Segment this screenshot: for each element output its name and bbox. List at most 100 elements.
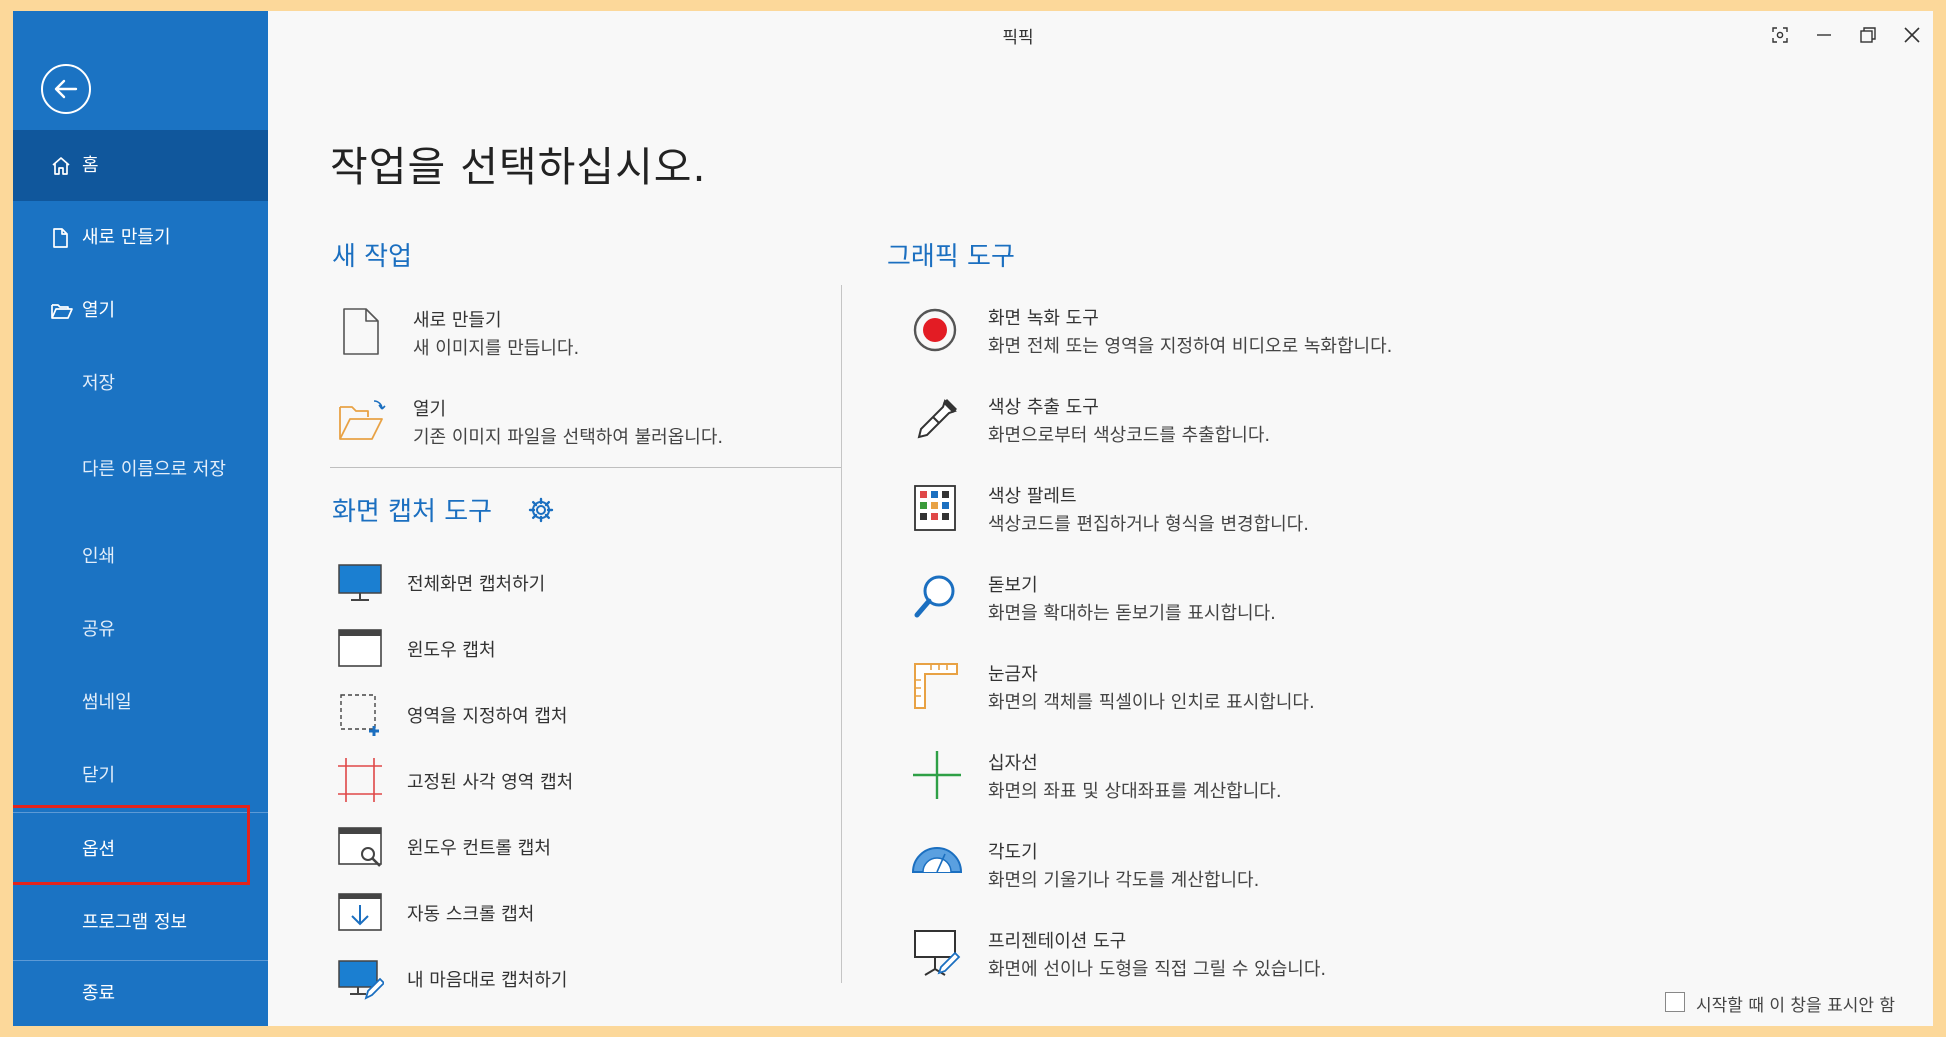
item-title: 색상 팔레트 <box>988 486 1077 507</box>
palette-grid-icon <box>914 485 956 531</box>
capture-window-item[interactable]: 윈도우 캡처 <box>336 624 736 672</box>
document-icon <box>53 227 68 248</box>
item-title: 프리젠테이션 도구 <box>988 931 1127 952</box>
item-title: 각도기 <box>988 842 1038 863</box>
folder-open-icon <box>339 400 386 440</box>
item-title: 전체화면 캡처하기 <box>407 574 546 595</box>
sidebar-item-label: 열기 <box>82 299 116 321</box>
section-title-graphic: 그래픽 도구 <box>887 242 1015 272</box>
capture-freehand-item[interactable]: 내 마음대로 캡처하기 <box>336 954 736 1002</box>
page-title: 작업을 선택하십시오. <box>330 143 707 191</box>
sidebar-item-exit[interactable]: 종료 <box>13 961 268 1026</box>
main-content: 작업을 선택하십시오. 새 작업 새로 만들기 새 이미지를 만듭니다. 열기 … <box>268 11 1933 1026</box>
startup-checkbox[interactable] <box>1665 992 1685 1012</box>
eyedropper-icon <box>917 399 957 439</box>
open-file-item[interactable]: 열기 기존 이미지 파일을 선택하여 불러옵니다. <box>336 395 816 455</box>
column-divider <box>841 285 842 983</box>
sidebar-item-new[interactable]: 새로 만들기 <box>13 201 268 274</box>
item-title: 윈도우 컨트롤 캡처 <box>407 838 551 859</box>
startup-label[interactable]: 시작할 때 이 창을 표시안 함 <box>1696 991 1895 1016</box>
sidebar: 홈 새로 만들기 열기 저장 다른 이름으로 저장 인쇄 공유 썸네일 닫기 옵… <box>13 11 268 1026</box>
fixed-region-icon <box>338 758 382 802</box>
magnifier-icon <box>914 575 955 618</box>
item-title: 고정된 사각 영역 캡처 <box>407 772 574 793</box>
ruler-icon <box>914 663 958 709</box>
folder-open-icon <box>51 303 73 319</box>
presentation-board-icon <box>914 930 961 976</box>
arrow-left-icon <box>54 79 78 99</box>
region-select-icon <box>340 694 379 736</box>
sidebar-item-label: 종료 <box>82 982 116 1004</box>
item-title: 색상 추출 도구 <box>988 397 1099 418</box>
sidebar-item-label: 썸네일 <box>82 691 132 713</box>
window-icon <box>338 629 382 667</box>
item-title: 눈금자 <box>988 664 1038 685</box>
item-desc: 화면에 선이나 도형을 직접 그릴 수 있습니다. <box>988 959 1327 980</box>
section-title-capture: 화면 캡처 도구 <box>332 497 493 527</box>
capture-fullscreen-item[interactable]: 전체화면 캡처하기 <box>336 558 736 606</box>
item-title: 십자선 <box>988 753 1038 774</box>
home-icon <box>52 156 70 175</box>
color-picker-item[interactable]: 색상 추출 도구 화면으로부터 색상코드를 추출합니다. <box>911 393 1531 453</box>
magnifier-item[interactable]: 돋보기 화면을 확대하는 돋보기를 표시합니다. <box>911 571 1531 631</box>
item-title: 영역을 지정하여 캡처 <box>407 706 568 727</box>
back-button[interactable] <box>41 64 91 114</box>
ruler-item[interactable]: 눈금자 화면의 객체를 픽셀이나 인치로 표시합니다. <box>911 660 1531 720</box>
item-desc: 화면 전체 또는 영역을 지정하여 비디오로 녹화합니다. <box>988 336 1393 357</box>
sidebar-item-label: 다른 이름으로 저장 <box>82 459 226 480</box>
scroll-down-icon <box>338 893 382 931</box>
sidebar-item-close[interactable]: 닫기 <box>13 739 268 812</box>
item-title: 돋보기 <box>988 575 1038 596</box>
monitor-pen-icon <box>338 960 384 1000</box>
sidebar-item-save-as[interactable]: 다른 이름으로 저장 <box>13 420 268 520</box>
item-desc: 화면의 기울기나 각도를 계산합니다. <box>988 870 1260 891</box>
sidebar-item-label: 프로그램 정보 <box>82 911 188 933</box>
item-title: 열기 <box>413 399 447 420</box>
color-palette-item[interactable]: 색상 팔레트 색상코드를 편집하거나 형식을 변경합니다. <box>911 482 1531 542</box>
sidebar-item-open[interactable]: 열기 <box>13 274 268 347</box>
sidebar-item-thumbnail[interactable]: 썸네일 <box>13 666 268 739</box>
sidebar-item-share[interactable]: 공유 <box>13 593 268 666</box>
item-desc: 화면을 확대하는 돋보기를 표시합니다. <box>988 603 1276 624</box>
protractor-icon <box>911 847 963 873</box>
highlight-box <box>13 805 250 885</box>
item-desc: 화면으로부터 색상코드를 추출합니다. <box>988 425 1271 446</box>
sidebar-item-label: 공유 <box>82 618 116 640</box>
sidebar-item-label: 인쇄 <box>82 545 116 567</box>
new-image-item[interactable]: 새로 만들기 새 이미지를 만듭니다. <box>336 306 816 366</box>
sidebar-item-save[interactable]: 저장 <box>13 347 268 420</box>
capture-scroll-item[interactable]: 자동 스크롤 캡처 <box>336 888 736 936</box>
capture-region-item[interactable]: 영역을 지정하여 캡처 <box>336 690 736 738</box>
monitor-icon <box>338 564 382 601</box>
item-desc: 기존 이미지 파일을 선택하여 불러옵니다. <box>413 427 724 448</box>
presentation-item[interactable]: 프리젠테이션 도구 화면에 선이나 도형을 직접 그릴 수 있습니다. <box>911 927 1531 987</box>
item-desc: 새 이미지를 만듭니다. <box>413 338 580 359</box>
item-desc: 화면의 좌표 및 상대좌표를 계산합니다. <box>988 781 1282 802</box>
gear-icon[interactable] <box>528 497 554 523</box>
item-desc: 색상코드를 편집하거나 형식을 변경합니다. <box>988 514 1309 535</box>
sidebar-item-label: 저장 <box>82 372 116 394</box>
sidebar-item-home[interactable]: 홈 <box>13 130 268 201</box>
sidebar-item-label: 새로 만들기 <box>82 226 171 248</box>
item-title: 새로 만들기 <box>413 310 502 331</box>
document-icon <box>343 308 379 355</box>
item-title: 윈도우 캡처 <box>407 640 496 661</box>
crosshair-icon <box>913 751 961 799</box>
sidebar-item-about[interactable]: 프로그램 정보 <box>13 886 268 959</box>
sidebar-item-print[interactable]: 인쇄 <box>13 520 268 593</box>
record-icon <box>913 308 957 352</box>
item-title: 화면 녹화 도구 <box>988 308 1099 329</box>
item-title: 내 마음대로 캡처하기 <box>407 970 568 991</box>
item-title: 자동 스크롤 캡처 <box>407 904 535 925</box>
sidebar-item-label: 홈 <box>82 154 99 176</box>
capture-control-item[interactable]: 윈도우 컨트롤 캡처 <box>336 822 736 870</box>
app-window: 홈 새로 만들기 열기 저장 다른 이름으로 저장 인쇄 공유 썸네일 닫기 옵… <box>13 11 1933 1026</box>
screen-recorder-item[interactable]: 화면 녹화 도구 화면 전체 또는 영역을 지정하여 비디오로 녹화합니다. <box>911 304 1531 364</box>
capture-fixed-region-item[interactable]: 고정된 사각 영역 캡처 <box>336 756 736 804</box>
crosshair-item[interactable]: 십자선 화면의 좌표 및 상대좌표를 계산합니다. <box>911 749 1531 809</box>
section-title-new-task: 새 작업 <box>332 242 413 272</box>
item-desc: 화면의 객체를 픽셀이나 인치로 표시합니다. <box>988 692 1315 713</box>
protractor-item[interactable]: 각도기 화면의 기울기나 각도를 계산합니다. <box>911 838 1531 898</box>
window-search-icon <box>338 827 382 867</box>
sidebar-item-label: 닫기 <box>82 764 116 786</box>
